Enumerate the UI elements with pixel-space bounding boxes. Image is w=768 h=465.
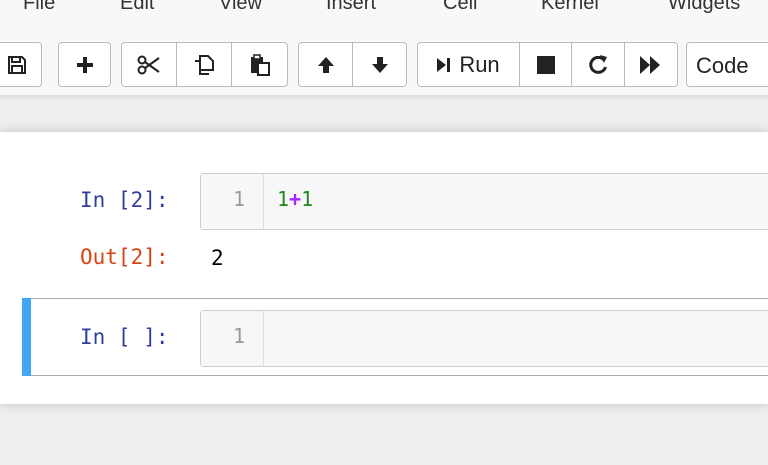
run-button[interactable]: Run xyxy=(417,42,520,87)
toolbar: Run Code xyxy=(0,26,768,96)
floppy-disk-icon xyxy=(7,55,27,75)
copy-icon xyxy=(193,54,215,76)
save-button[interactable] xyxy=(0,42,42,87)
cut-button[interactable] xyxy=(121,42,177,87)
plus-icon xyxy=(75,55,95,75)
input-prompt: In [ ]: xyxy=(80,325,169,349)
move-up-button[interactable] xyxy=(298,42,353,87)
arrow-down-icon xyxy=(370,55,390,75)
menu-kernel[interactable]: Kernel xyxy=(541,0,599,15)
code-token-operator: + xyxy=(289,187,302,211)
code-token-number: 1 xyxy=(277,187,290,211)
output-prompt: Out[2]: xyxy=(80,245,169,269)
output-value: 2 xyxy=(211,246,224,270)
input-prompt: In [2]: xyxy=(80,188,169,212)
stop-icon xyxy=(536,55,555,74)
copy-button[interactable] xyxy=(176,42,232,87)
code-token-number: 1 xyxy=(301,187,314,211)
add-cell-button[interactable] xyxy=(58,42,111,87)
menu-cell[interactable]: Cell xyxy=(443,0,477,15)
step-forward-icon xyxy=(437,55,451,75)
run-label: Run xyxy=(459,51,500,77)
move-down-button[interactable] xyxy=(352,42,407,87)
menu-edit[interactable]: Edit xyxy=(120,0,154,15)
menu-insert[interactable]: Insert xyxy=(326,0,376,15)
fast-forward-button[interactable] xyxy=(624,42,678,87)
code-input-area[interactable]: 1 1+1 xyxy=(200,173,768,230)
restart-icon xyxy=(587,54,609,76)
notebook-panel: In [2]: 1 1+1 Out[2]: 2 In [ ]: 1 xyxy=(0,132,768,404)
code-line[interactable]: 1+1 xyxy=(277,187,313,211)
cell-type-select[interactable]: Code xyxy=(686,42,768,87)
line-number: 1 xyxy=(232,187,245,211)
code-input-area[interactable]: 1 xyxy=(200,310,768,367)
fast-forward-icon xyxy=(640,55,662,74)
menu-view[interactable]: View xyxy=(219,0,262,15)
scissors-icon xyxy=(137,55,161,75)
menu-widgets[interactable]: Widgets xyxy=(668,0,740,15)
clipboard-icon xyxy=(249,53,271,76)
line-gutter: 1 xyxy=(201,174,264,229)
arrow-up-icon xyxy=(316,55,336,75)
stop-button[interactable] xyxy=(519,42,572,87)
menu-file[interactable]: File xyxy=(23,0,55,15)
line-number: 1 xyxy=(232,324,245,348)
selected-cell-indicator xyxy=(22,298,31,376)
menu-bar: File Edit View Insert Cell Kernel Widget… xyxy=(0,0,768,26)
paste-button[interactable] xyxy=(231,42,288,87)
restart-button[interactable] xyxy=(571,42,625,87)
line-gutter: 1 xyxy=(201,311,264,366)
